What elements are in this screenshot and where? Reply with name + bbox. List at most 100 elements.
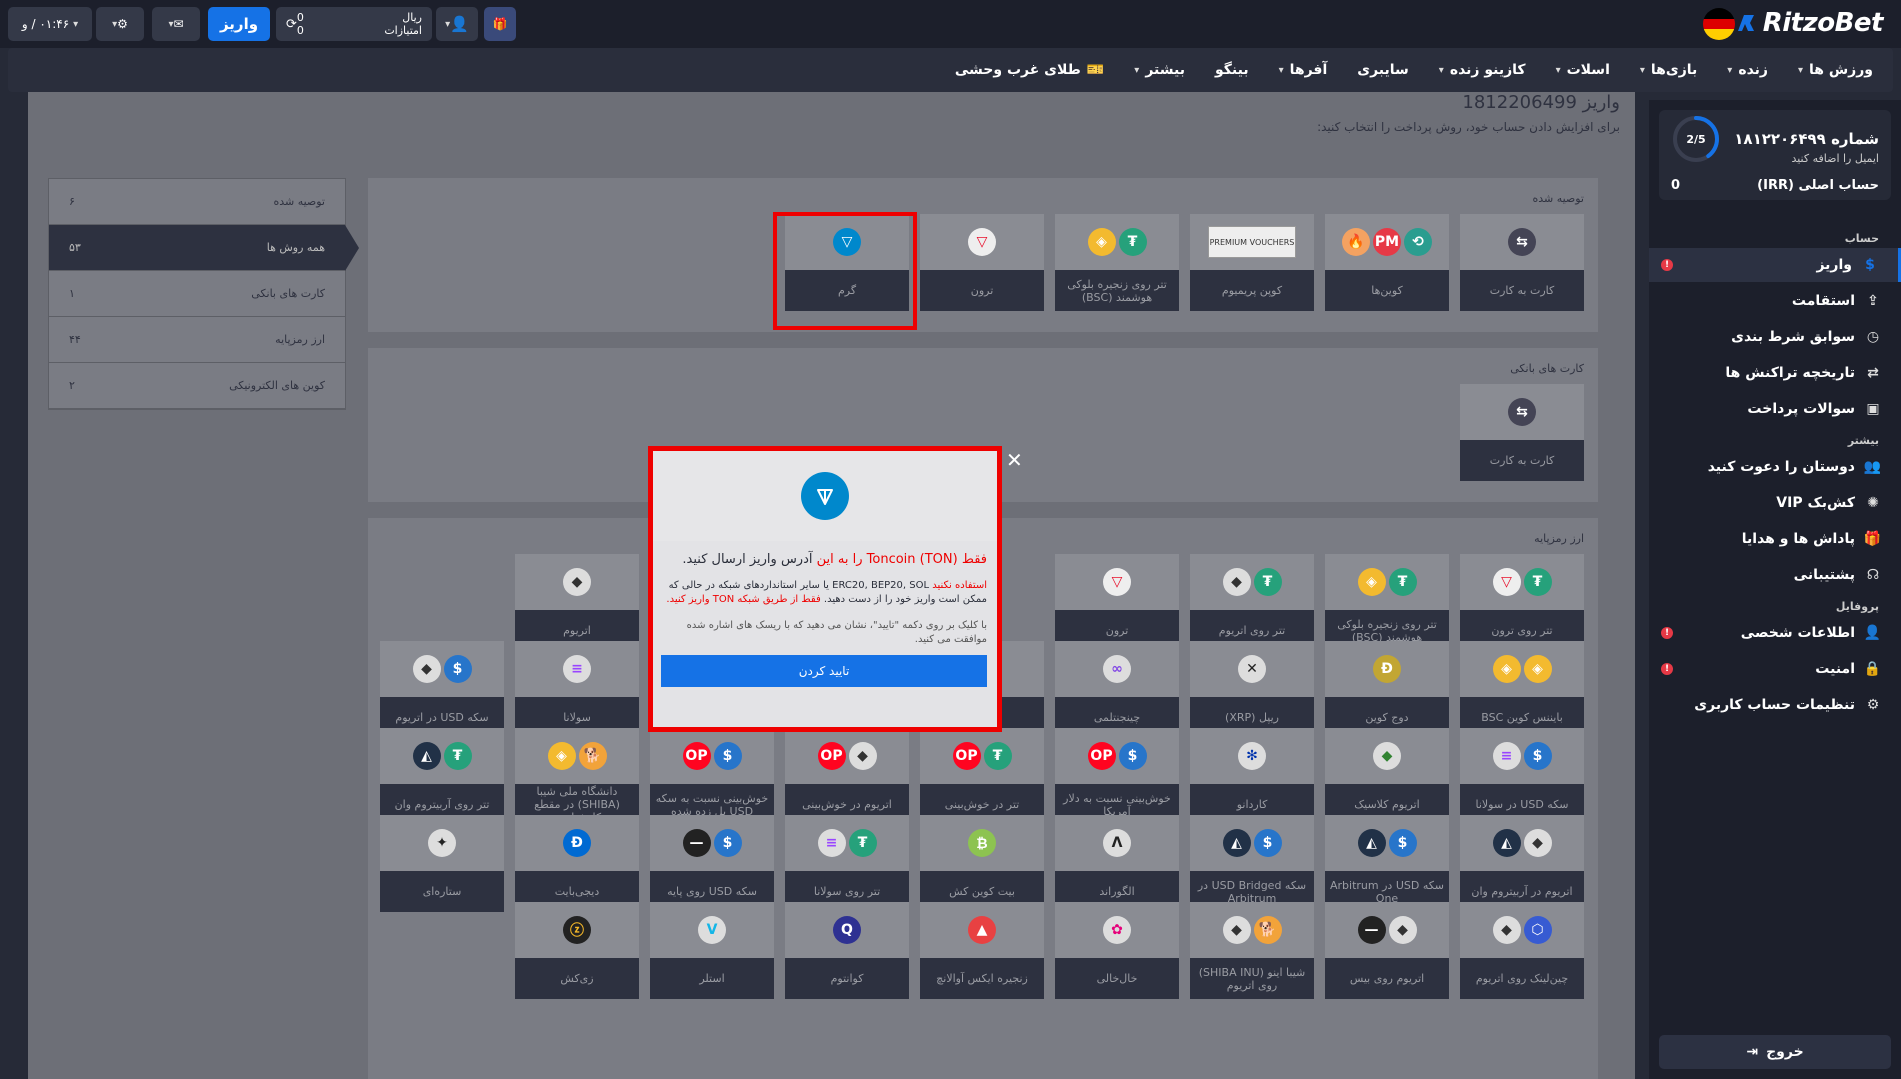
deposit-button[interactable]: واریز <box>208 7 270 41</box>
payment-method-card[interactable]: ₮ ≡ تتر روی سولانا <box>785 815 909 912</box>
payment-method-card[interactable]: ⬡ ◆ چین‌لینک روی اتریوم <box>1460 902 1584 999</box>
payment-method-card[interactable]: ₮ ◭ تتر روی آربیتروم وان <box>380 728 504 825</box>
category-item-3[interactable]: ارز رمزپایه ۴۴ <box>49 317 345 363</box>
card-label: تتر روی زنجیره بلوکی هوشمند (BSC) <box>1055 270 1179 311</box>
sidebar-item-security[interactable]: 🔒 امنیت ! <box>1649 652 1901 686</box>
payment-method-card[interactable]: ₮ ▽ تتر روی ترون <box>1460 554 1584 651</box>
payment-method-card[interactable]: ✦ ستاره‌ای <box>380 815 504 912</box>
payment-method-card[interactable]: ₮ ◈ تتر روی زنجیره بلوکی هوشمند (BSC) <box>1055 214 1179 311</box>
category-item-4[interactable]: کوین های الکترونیکی ۲ <box>49 363 345 409</box>
ritzobet-logo[interactable]: RitzoBet <box>1735 8 1884 38</box>
payment-method-card[interactable]: ₿ بیت کوین کش <box>920 815 1044 912</box>
close-icon[interactable]: ✕ <box>1006 448 1023 472</box>
time-language-selector[interactable]: ▾ ۰۱:۴۶ / و <box>8 7 92 41</box>
arbitrum-icon: ◭ <box>412 742 441 770</box>
payment-method-card[interactable]: ◆ اتریوم کلاسیک <box>1325 728 1449 825</box>
nav-item-3[interactable]: اسلات ▾ <box>1556 62 1610 78</box>
payment-method-card[interactable]: Ð دوج کوین <box>1325 641 1449 738</box>
account-card: شماره ۱۸۱۲۲۰۶۴۹۹ ایمیل را اضافه کنید 2/5… <box>1659 110 1891 200</box>
sidebar-item-support[interactable]: ☊ پشتیبانی <box>1649 558 1901 592</box>
payment-method-card[interactable]: ⇆ کارت به کارت <box>1460 214 1584 311</box>
payment-method-card[interactable]: ₮ ◆ تتر روی اتریوم <box>1190 554 1314 651</box>
card-icon-area: $ — <box>650 815 774 871</box>
nav-item-7[interactable]: بینگو <box>1215 62 1249 78</box>
payment-method-card[interactable]: $ — سکه USD روی پایه <box>650 815 774 912</box>
nav-items: ورزش ها ▾ زنده ▾ بازی‌ها ▾ اسلات ▾ کازینو زنده ▾ س… <box>955 48 1873 92</box>
payment-method-card[interactable]: ▲ زنجیره ایکس آوالانچ <box>920 902 1044 999</box>
logout-button[interactable]: خروج ⇥ <box>1659 1035 1891 1069</box>
ethereum-icon: ◆ <box>1388 916 1417 944</box>
category-item-2[interactable]: کارت های بانکی ۱ <box>49 271 345 317</box>
payment-method-card[interactable]: Q کوانتوم <box>785 902 909 999</box>
payment-method-card[interactable]: ₮ ◈ تتر روی زنجیره بلوکی هوشمند (BSC) <box>1325 554 1449 651</box>
payment-method-card[interactable]: 🐕 ◆ شیبا اینو (SHIBA INU) روی اتریوم <box>1190 902 1314 999</box>
category-item-1[interactable]: همه روش ها ۵۳ <box>49 225 359 271</box>
card-icon-area: $ ◭ <box>1325 815 1449 871</box>
sidebar-item-bet-history[interactable]: ◷ سوابق شرط بندی <box>1649 320 1901 354</box>
confirm-button[interactable]: تایید کردن <box>661 655 987 687</box>
payment-method-card[interactable]: Λ الگوراند <box>1055 815 1179 912</box>
sidebar-item-withdraw[interactable]: ⇪ استقامت <box>1649 284 1901 318</box>
tether-icon: ₮ <box>1118 228 1147 256</box>
payment-method-card[interactable]: ∞ چینجنتلمی <box>1055 641 1179 738</box>
sidebar-item-payment-faq[interactable]: ▣ سوالات پرداخت <box>1649 392 1901 426</box>
language-flag-icon[interactable] <box>1703 8 1735 40</box>
payment-method-card[interactable]: ⇆ کارت به کارت <box>1460 384 1584 481</box>
card-icon-area: ▽ <box>1055 554 1179 610</box>
ethereum-icon: ◆ <box>848 742 877 770</box>
section-account: حساب <box>1844 232 1879 245</box>
payment-method-card[interactable]: ✿ خال‌خالی <box>1055 902 1179 999</box>
payment-method-card[interactable]: ≡ سولانا <box>515 641 639 738</box>
payment-method-card[interactable]: ⓩ زی‌کش <box>515 902 639 999</box>
nav-item-0[interactable]: ورزش ها ▾ <box>1798 62 1873 78</box>
sidebar-item-invite[interactable]: 👥 دوستان را دعوت کنید <box>1649 450 1901 484</box>
sidebar-item-personal[interactable]: 👤 اطلاعات شخصی ! <box>1649 616 1901 650</box>
refresh-icon[interactable]: ⟳ <box>286 17 297 32</box>
payment-method-card[interactable]: $ ◭ سکه USD در Arbitrum One <box>1325 815 1449 912</box>
payment-method-card[interactable]: 🐕◈دانشگاه ملی شیبا (SHIBA) در مقطع کارشن… <box>515 728 639 825</box>
nav-item-8[interactable]: بیشتر ▾ <box>1134 62 1185 78</box>
profile-button[interactable]: 👤 ▾ <box>436 7 478 41</box>
payment-method-card[interactable]: ◆ اتریوم <box>515 554 639 651</box>
payment-method-card[interactable]: PREMIUM VOUCHERS کوپن پریمیوم <box>1190 214 1314 311</box>
nav-item-9[interactable]: 🎫 طلای غرب وحشی <box>955 62 1104 78</box>
payment-method-card[interactable]: Đ دیجی‌بایت <box>515 815 639 912</box>
sidebar-item-settings[interactable]: ⚙ تنظیمات حساب کاربری <box>1649 688 1901 722</box>
perfect-money-icon: PM <box>1373 228 1401 256</box>
payment-method-card[interactable]: ◆ OP اتریوم در خوش‌بینی <box>785 728 909 825</box>
nav-item-5[interactable]: سایبری <box>1357 62 1409 78</box>
payment-method-card[interactable]: ✕ ریپل (XRP) <box>1190 641 1314 738</box>
sidebar-item-rewards[interactable]: 🎁 پاداش ها و هدایا <box>1649 522 1901 556</box>
category-item-0[interactable]: توصیه شده ۶ <box>49 179 345 225</box>
sidebar-item-vip[interactable]: ✺ کش‌بک VIP <box>1649 486 1901 520</box>
nav-item-1[interactable]: زنده ▾ <box>1727 62 1768 78</box>
payment-method-card[interactable]: V استلر <box>650 902 774 999</box>
card-icon-area: Ð <box>1325 641 1449 697</box>
logo-icon <box>1737 15 1754 31</box>
messages-button[interactable]: ✉ ▾ <box>152 7 200 41</box>
payment-method-card[interactable]: ◆ ◭ اتریوم در آربیتروم وان <box>1460 815 1584 912</box>
payment-method-card[interactable]: $ OP خوش‌بینی نسبت به دلار آمریکا <box>1055 728 1179 825</box>
payment-method-card[interactable]: ⟲ PM 🔥 کوین‌ها <box>1325 214 1449 311</box>
add-email-link[interactable]: ایمیل را اضافه کنید <box>1791 152 1879 165</box>
payment-method-card[interactable]: $ OP خوش‌بینی نسبت به سکه USD پل زده شده <box>650 728 774 825</box>
sidebar-item-transactions[interactable]: ⇄ تاریخچه تراکنش ها <box>1649 356 1901 390</box>
payment-method-card[interactable]: ◈ ◈ بایننس کوین BSC <box>1460 641 1584 738</box>
gift-button[interactable]: 🎁 <box>484 7 516 41</box>
card-icon-area: PREMIUM VOUCHERS <box>1190 214 1314 270</box>
nav-item-4[interactable]: کازینو زنده ▾ <box>1439 62 1526 78</box>
nav-item-6[interactable]: آفرها ▾ <box>1279 62 1328 78</box>
settings-button[interactable]: ⚙ ▾ <box>96 7 144 41</box>
nav-item-2[interactable]: بازی‌ها ▾ <box>1640 62 1697 78</box>
payment-method-card[interactable]: $ ◆ سکه USD در اتریوم <box>380 641 504 738</box>
payment-method-card[interactable]: ₮ OP تتر در خوش‌بینی <box>920 728 1044 825</box>
payment-method-card[interactable]: ◆ — اتریوم روی بیس <box>1325 902 1449 999</box>
payment-method-card[interactable]: ✻ کاردانو <box>1190 728 1314 825</box>
balance-box[interactable]: ریال امتیازات 0 0 ⟳ <box>276 7 432 41</box>
payment-method-card[interactable]: ▽ ترون <box>1055 554 1179 651</box>
payment-method-card[interactable]: $ ≡ سکه USD در سولانا <box>1460 728 1584 825</box>
payment-method-card[interactable]: $ ◭ سکه USD Bridged در Arbitrum <box>1190 815 1314 912</box>
payment-method-card[interactable]: ▽ ترون <box>920 214 1044 311</box>
card-icon-area: ✕ <box>1190 641 1314 697</box>
sidebar-item-deposit[interactable]: $ واریز ! <box>1649 248 1901 282</box>
